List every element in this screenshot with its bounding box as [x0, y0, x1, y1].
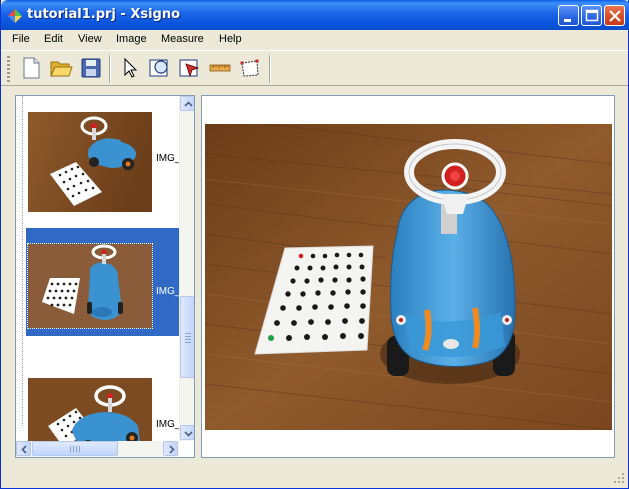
horizontal-scroll-thumb[interactable]: [32, 441, 118, 456]
menu-help[interactable]: Help: [219, 33, 242, 45]
menu-bar: File Edit View Image Measure Help: [1, 30, 628, 50]
thumbnail-item-selected[interactable]: IMG_: [26, 228, 182, 336]
toolbar-separator: [109, 55, 111, 83]
thumbnail-label: IMG_: [156, 419, 180, 430]
save-disk-icon[interactable]: [78, 55, 104, 81]
horizontal-scrollbar[interactable]: [16, 441, 179, 457]
app-window: tutorial1.prj - Xsigno File Edit View Im…: [0, 0, 629, 489]
menu-image[interactable]: Image: [116, 33, 147, 45]
vertical-scrollbar[interactable]: [179, 96, 194, 441]
menu-measure[interactable]: Measure: [161, 33, 204, 45]
thumbnail-list[interactable]: IMG_ IMG_ IMG_: [15, 95, 195, 458]
maximize-button[interactable]: [581, 5, 602, 26]
thumbnail-label: IMG_: [156, 286, 180, 297]
toolbar-grip[interactable]: [7, 56, 10, 82]
circle-marker-icon[interactable]: [147, 55, 173, 81]
thumbnail-label: IMG_: [156, 153, 180, 164]
menu-view[interactable]: View: [78, 33, 102, 45]
new-document-icon[interactable]: [18, 55, 44, 81]
thumbnail-image: [27, 243, 153, 329]
main-photo[interactable]: [205, 124, 612, 430]
title-bar[interactable]: tutorial1.prj - Xsigno: [1, 0, 629, 30]
scroll-down-button[interactable]: [180, 425, 194, 440]
close-button[interactable]: [604, 5, 625, 26]
menu-edit[interactable]: Edit: [44, 33, 63, 45]
region-marker-icon[interactable]: [177, 55, 203, 81]
window-title: tutorial1.prj - Xsigno: [27, 7, 181, 22]
select-arrow-icon[interactable]: [117, 55, 143, 81]
open-folder-icon[interactable]: [48, 55, 74, 81]
thumbnail-image: [28, 112, 152, 212]
thumbnail-item[interactable]: IMG_: [26, 110, 182, 218]
xsigno-app-icon: [7, 8, 23, 24]
toolbar-separator: [269, 55, 271, 83]
polygon-icon[interactable]: [237, 55, 263, 81]
minimize-button[interactable]: [558, 5, 579, 26]
toolbar: [1, 50, 628, 86]
scroll-left-button[interactable]: [16, 441, 31, 456]
scroll-up-button[interactable]: [180, 96, 194, 111]
ruler-icon[interactable]: [207, 55, 233, 81]
vertical-scroll-thumb[interactable]: [180, 296, 194, 378]
tree-line: [22, 96, 23, 426]
scroll-right-button[interactable]: [163, 441, 178, 456]
resize-grip[interactable]: [613, 472, 625, 484]
image-view[interactable]: [201, 95, 615, 458]
menu-file[interactable]: File: [12, 33, 30, 45]
